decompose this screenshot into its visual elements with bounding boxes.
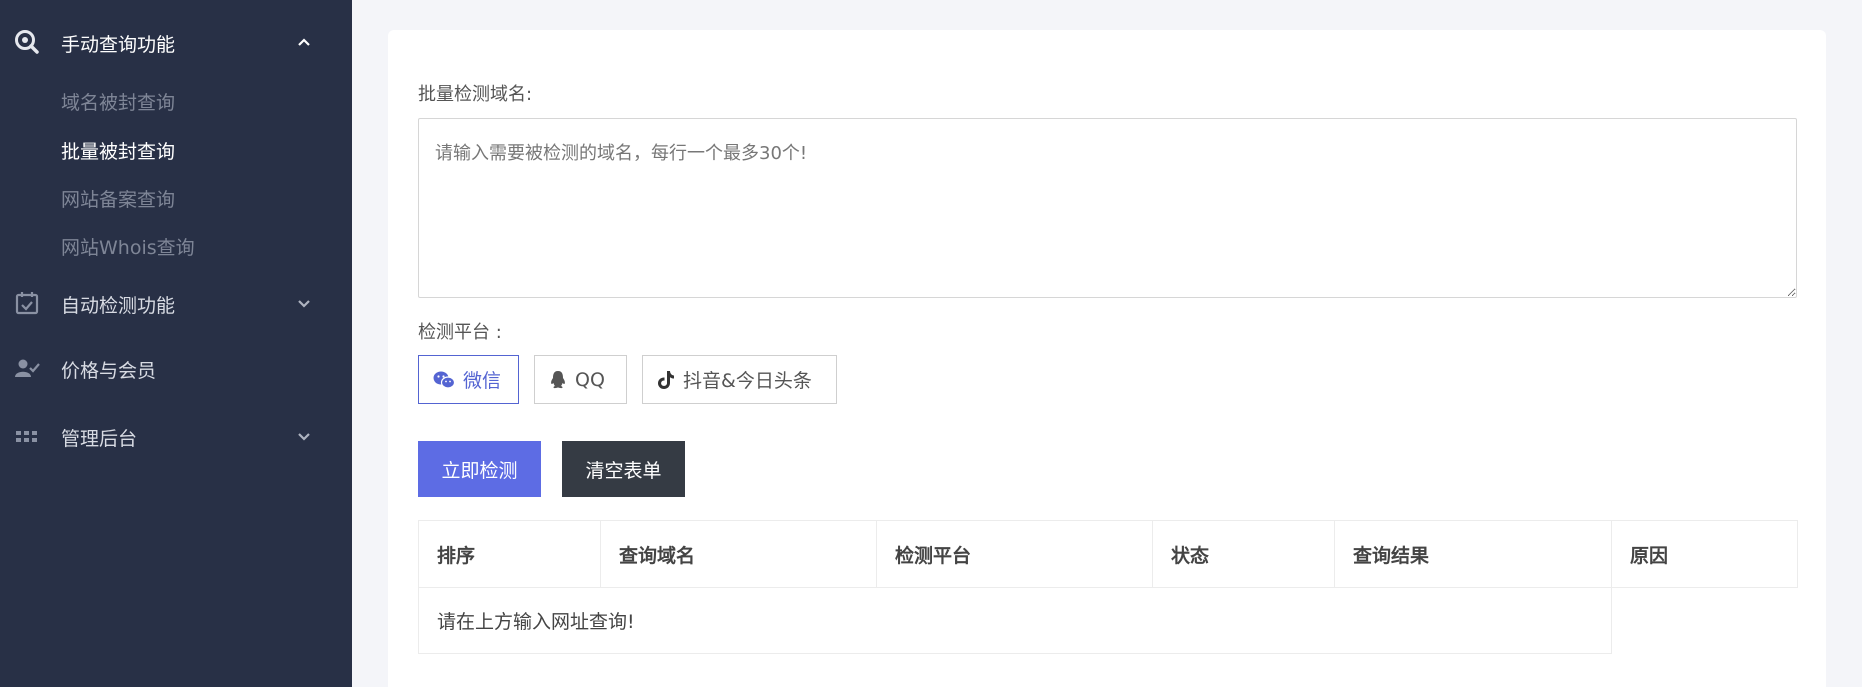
- sidebar: 手动查询功能 域名被封查询 批量被封查询 网站备案查询 网站Whois查询 自动…: [0, 0, 352, 687]
- calendar-check-icon: [15, 292, 39, 315]
- wechat-icon: [433, 371, 455, 389]
- sidebar-group-admin[interactable]: 管理后台: [0, 415, 352, 455]
- sidebar-group-manual-query[interactable]: 手动查询功能: [0, 21, 352, 61]
- platform-douyin-toutiao-button[interactable]: 抖音&今日头条: [642, 355, 837, 404]
- tiktok-icon: [658, 370, 674, 389]
- sidebar-item-icp-query[interactable]: 网站备案查询: [61, 185, 175, 212]
- column-header-rank: 排序: [418, 520, 601, 588]
- platform-label: 检测平台 :: [418, 322, 502, 343]
- platform-label-text: 微信: [463, 370, 502, 392]
- results-table: 排序 查询域名 检测平台 状态 查询结果 原因 请在上方输入网址查询!: [418, 520, 1798, 654]
- user-check-icon: [15, 359, 40, 377]
- sidebar-item-domain-blocked[interactable]: 域名被封查询: [61, 88, 175, 115]
- column-header-result: 查询结果: [1334, 520, 1612, 588]
- domains-label: 批量检测域名:: [418, 84, 533, 105]
- qq-icon: [551, 370, 565, 388]
- clear-form-button[interactable]: 清空表单: [562, 441, 685, 497]
- column-header-reason: 原因: [1611, 520, 1798, 588]
- sidebar-item-batch-blocked[interactable]: 批量被封查询: [61, 137, 175, 164]
- grid-icon: [16, 431, 37, 442]
- sidebar-group-label: 自动检测功能: [61, 295, 176, 317]
- sidebar-item-pricing[interactable]: 价格与会员: [0, 347, 352, 387]
- sidebar-group-label: 价格与会员: [61, 360, 157, 382]
- empty-table-message: 请在上方输入网址查询!: [418, 587, 1612, 654]
- platform-wechat-button[interactable]: 微信: [418, 355, 519, 404]
- column-header-domain: 查询域名: [600, 520, 877, 588]
- chevron-down-icon: [298, 433, 310, 441]
- chevron-down-icon: [298, 300, 310, 308]
- platform-label-text: 抖音&今日头条: [683, 370, 812, 392]
- table-row: 请在上方输入网址查询!: [418, 587, 1798, 654]
- chevron-up-icon: [298, 38, 310, 46]
- sidebar-group-label: 手动查询功能: [61, 34, 176, 56]
- column-header-platform: 检测平台: [876, 520, 1153, 588]
- domains-textarea[interactable]: [418, 118, 1797, 298]
- platform-label-text: QQ: [575, 368, 605, 391]
- sidebar-item-whois-query[interactable]: 网站Whois查询: [61, 233, 195, 260]
- submit-check-button[interactable]: 立即检测: [418, 441, 541, 497]
- column-header-status: 状态: [1152, 520, 1335, 588]
- table-header-row: 排序 查询域名 检测平台 状态 查询结果 原因: [418, 520, 1798, 588]
- sidebar-group-auto-detect[interactable]: 自动检测功能: [0, 282, 352, 322]
- platform-qq-button[interactable]: QQ: [534, 355, 627, 404]
- search-icon: [15, 30, 39, 54]
- sidebar-group-label: 管理后台: [61, 428, 138, 450]
